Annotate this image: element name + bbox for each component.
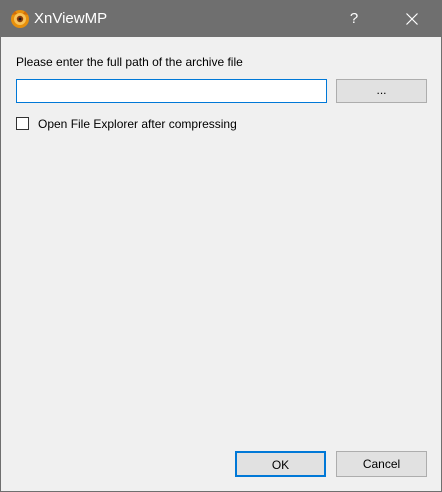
open-explorer-label[interactable]: Open File Explorer after compressing [38, 116, 237, 132]
archive-path-input[interactable] [16, 79, 327, 103]
window-title: XnViewMP [34, 10, 108, 27]
cancel-button[interactable]: Cancel [336, 451, 427, 477]
ok-button[interactable]: OK [235, 451, 326, 477]
browse-button[interactable]: ... [336, 79, 427, 103]
help-button[interactable]: ? [331, 1, 377, 37]
xnviewmp-app-icon [10, 9, 30, 29]
close-icon [406, 13, 418, 25]
dialog-window: XnViewMP ? Please enter the full path of… [0, 0, 442, 492]
archive-path-prompt: Please enter the full path of the archiv… [16, 55, 243, 69]
title-bar[interactable]: XnViewMP ? [1, 1, 441, 37]
ok-button-label: OK [271, 458, 290, 472]
open-explorer-checkbox[interactable] [16, 117, 29, 130]
close-button[interactable] [389, 1, 435, 37]
